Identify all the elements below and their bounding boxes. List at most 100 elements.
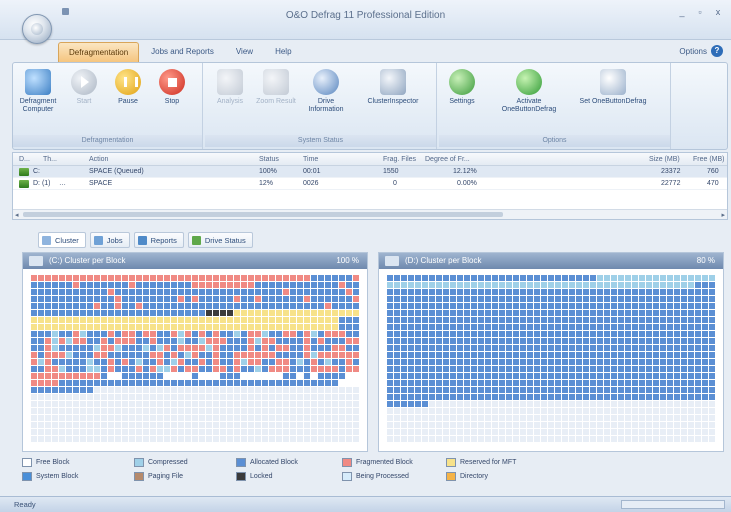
cluster-block	[618, 394, 624, 400]
stop-button[interactable]: Stop	[151, 69, 193, 106]
cluster-block	[353, 422, 359, 428]
column-header-size[interactable]: Size (MB)	[649, 153, 689, 166]
defrag-icon	[25, 69, 51, 95]
activate-onebuttondefrag-button[interactable]: Activate OneButtonDefrag	[489, 69, 569, 114]
cluster-grid[interactable]	[387, 275, 715, 442]
legend-item: Being Processed	[342, 470, 409, 482]
scroll-left-icon[interactable]: ◂	[15, 211, 19, 219]
tab-reports[interactable]: Reports	[133, 232, 184, 248]
legend-swatch	[236, 457, 246, 467]
tab-jobs-and-reports[interactable]: Jobs and Reports	[141, 42, 224, 62]
cluster-block	[387, 429, 393, 435]
cluster-block	[241, 289, 247, 295]
column-header-drive[interactable]: D...	[19, 153, 41, 166]
column-header-status[interactable]: Status	[259, 153, 299, 166]
cluster-block	[290, 359, 296, 365]
column-header-th[interactable]: Th...	[43, 153, 63, 166]
scrollbar-thumb[interactable]	[23, 212, 503, 217]
cluster-block	[590, 310, 596, 316]
cluster-block	[611, 394, 617, 400]
job-row[interactable]: D: (1) … SPACE 12% 0026 0 0.00% 22772 47…	[13, 178, 727, 190]
cluster-block	[171, 331, 177, 337]
cluster-block	[304, 282, 310, 288]
cluster-block	[185, 289, 191, 295]
tab-jobs[interactable]: Jobs	[89, 232, 130, 248]
tab-defragmentation[interactable]: Defragmentation	[58, 42, 140, 62]
cluster-block	[618, 415, 624, 421]
tab-drive-status[interactable]: Drive Status	[187, 232, 253, 248]
cluster-block	[394, 366, 400, 372]
cluster-block	[464, 429, 470, 435]
job-row[interactable]: C: SPACE (Queued) 100% 00:01 1550 12.12%…	[13, 166, 727, 178]
horizontal-scrollbar[interactable]: ◂ ▸	[13, 209, 727, 219]
options-label[interactable]: Options	[679, 47, 707, 56]
cluster-block	[66, 303, 72, 309]
options-menu[interactable]: Options ?	[679, 45, 723, 57]
cluster-block	[667, 408, 673, 414]
cluster-block	[227, 352, 233, 358]
cluster-block	[178, 303, 184, 309]
cluster-block	[192, 394, 198, 400]
cluster-block	[248, 387, 254, 393]
cluster-block	[674, 436, 680, 442]
defragment-computer-button[interactable]: Defragment Computer	[17, 69, 59, 114]
cluster-block	[332, 282, 338, 288]
cluster-block	[562, 310, 568, 316]
cluster-block	[220, 289, 226, 295]
help-icon[interactable]: ?	[711, 45, 723, 57]
cluster-inspector-button[interactable]: ClusterInspector	[355, 69, 431, 106]
cluster-block	[590, 366, 596, 372]
tab-view[interactable]: View	[226, 42, 263, 62]
start-button[interactable]: Start	[63, 69, 105, 106]
scroll-right-icon[interactable]: ▸	[721, 211, 725, 219]
cluster-block	[136, 296, 142, 302]
cluster-block	[695, 275, 701, 281]
column-header-time[interactable]: Time	[303, 153, 343, 166]
cluster-block	[646, 303, 652, 309]
drive-information-button[interactable]: Drive Information	[301, 69, 351, 114]
cluster-block	[450, 345, 456, 351]
cluster-block	[234, 436, 240, 442]
cluster-block	[674, 401, 680, 407]
application-menu-orb[interactable]	[22, 14, 52, 44]
cluster-block	[108, 352, 114, 358]
cluster-block	[660, 429, 666, 435]
close-button[interactable]: x	[711, 6, 725, 18]
cluster-block	[618, 422, 624, 428]
cluster-block	[325, 345, 331, 351]
cluster-block	[604, 345, 610, 351]
column-header-degree[interactable]: Degree of Fr...	[425, 153, 505, 166]
minimize-button[interactable]: _	[675, 6, 689, 18]
pause-button[interactable]: Pause	[107, 69, 149, 106]
zoom-result-button[interactable]: Zoom Result	[255, 69, 297, 106]
cluster-block	[702, 436, 708, 442]
cluster-block	[604, 415, 610, 421]
cluster-block	[702, 275, 708, 281]
cluster-block	[94, 345, 100, 351]
cluster-block	[625, 338, 631, 344]
tab-help[interactable]: Help	[265, 42, 301, 62]
cluster-block	[485, 296, 491, 302]
cluster-block	[611, 352, 617, 358]
cluster-block	[520, 394, 526, 400]
maximize-button[interactable]: ▫	[693, 6, 707, 18]
column-header-free[interactable]: Free (MB)	[693, 153, 727, 166]
cluster-block	[66, 324, 72, 330]
cluster-block	[52, 352, 58, 358]
set-onebuttondefrag-button[interactable]: Set OneButtonDefrag	[575, 69, 651, 106]
cluster-block	[241, 436, 247, 442]
cluster-block	[178, 345, 184, 351]
cluster-block	[660, 408, 666, 414]
cluster-block	[485, 317, 491, 323]
cluster-block	[143, 366, 149, 372]
cluster-block	[87, 352, 93, 358]
cluster-block	[541, 429, 547, 435]
analysis-button[interactable]: Analysis	[209, 69, 251, 106]
cluster-block	[534, 387, 540, 393]
settings-button[interactable]: Settings	[441, 69, 483, 106]
tab-cluster[interactable]: Cluster	[38, 232, 86, 248]
cluster-grid[interactable]	[31, 275, 359, 442]
cluster-block	[506, 408, 512, 414]
cluster-block	[206, 359, 212, 365]
column-header-action[interactable]: Action	[89, 153, 239, 166]
